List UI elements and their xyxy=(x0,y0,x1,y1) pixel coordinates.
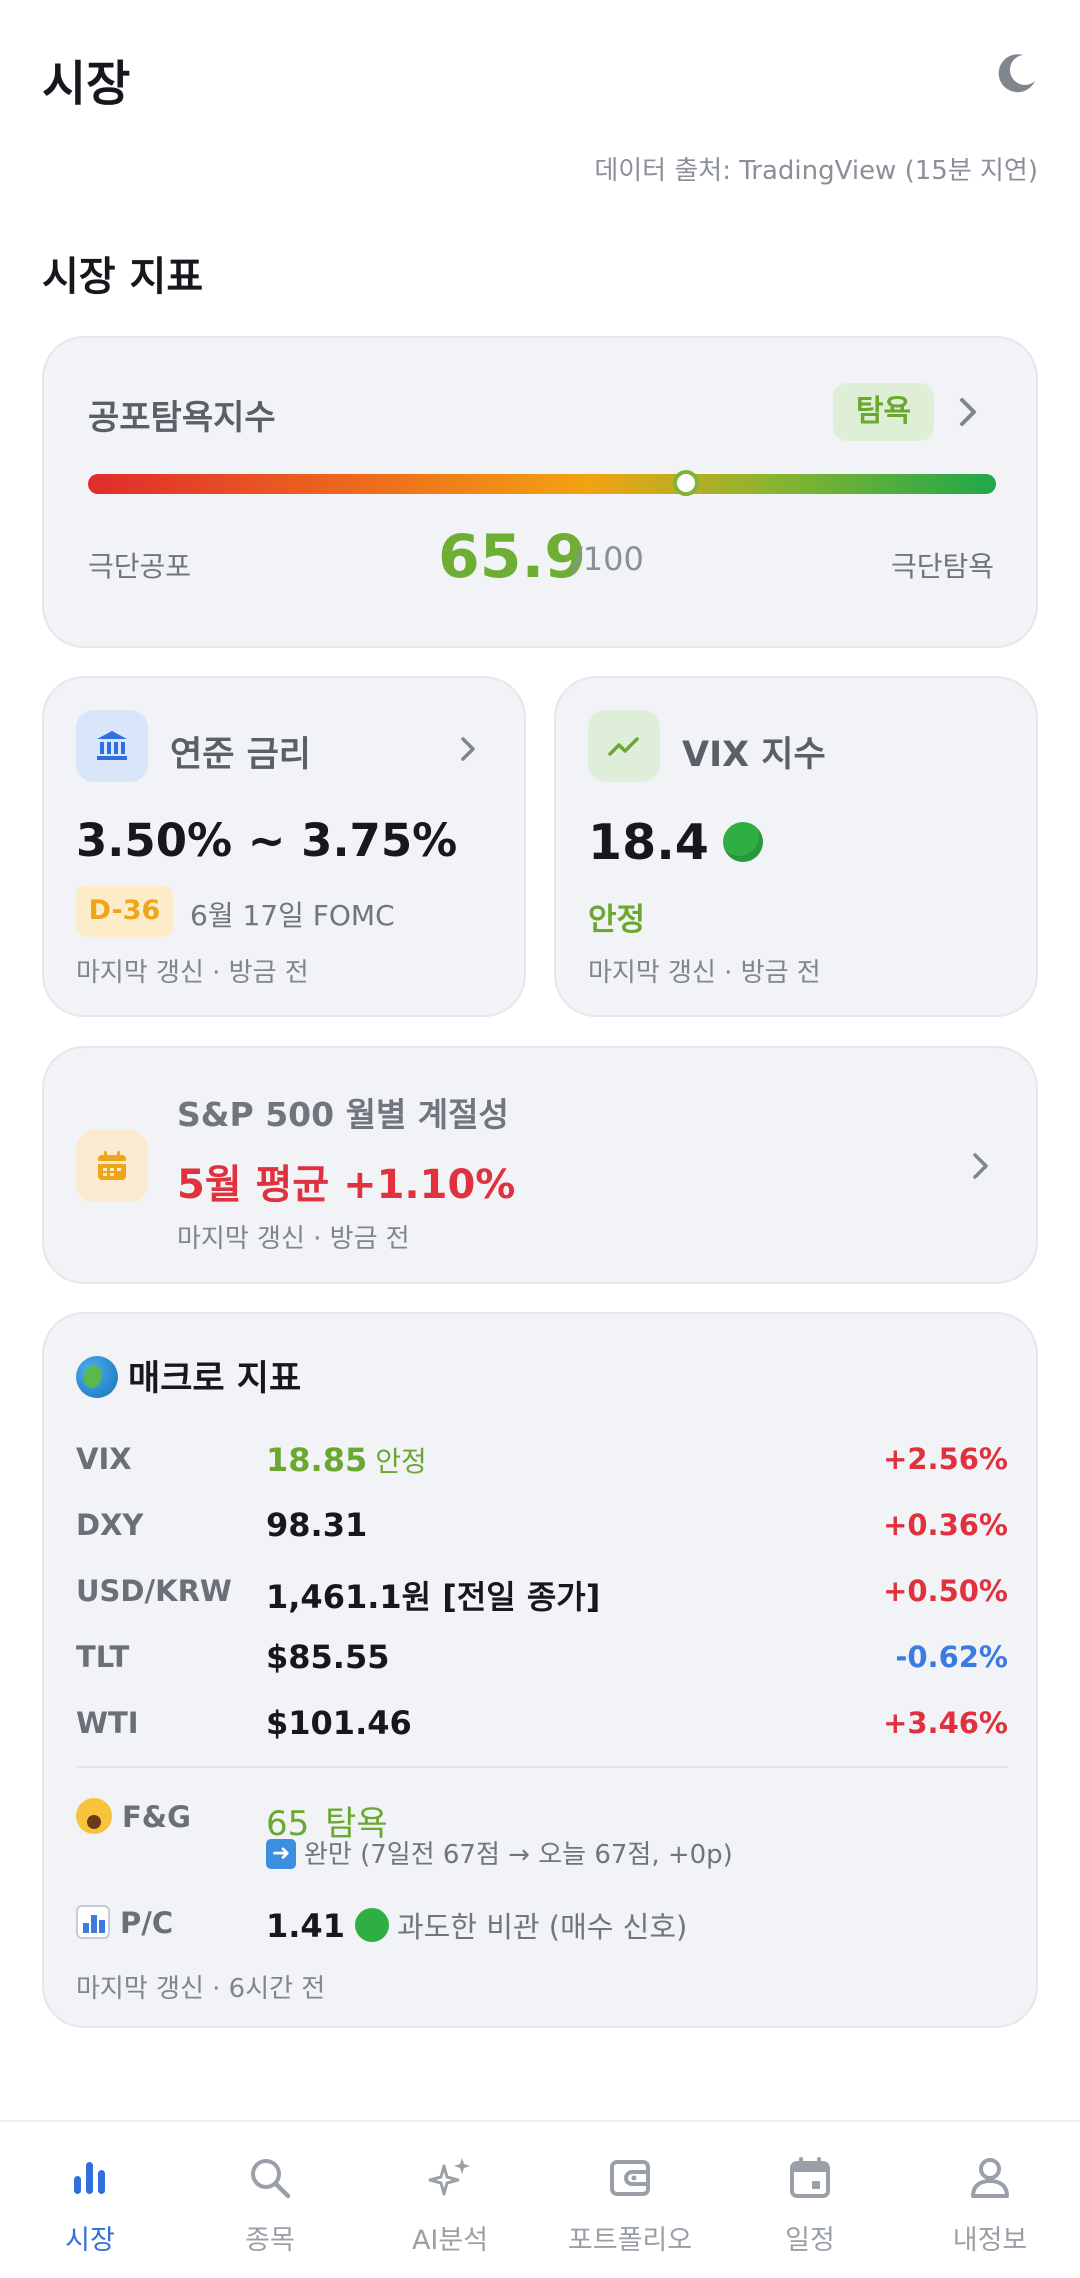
fear-greed-gauge-bar xyxy=(88,474,996,494)
fed-rate-card[interactable]: 연준 금리 3.50% ~ 3.75% D-36 6월 17일 FOMC 마지막… xyxy=(42,676,526,1017)
green-circle-icon xyxy=(354,1908,389,1942)
pc-label-text: P/C xyxy=(120,1906,174,1940)
macro-card: 매크로 지표 VIX 18.85 안정 +2.56% DXY 98.31 +0.3… xyxy=(42,1312,1038,2028)
wallet-icon xyxy=(610,2160,650,2196)
macro-label: USD/KRW xyxy=(76,1574,232,1608)
nav-item-stocks[interactable]: 종목 xyxy=(180,2122,360,2278)
nav-item-market[interactable]: 시장 xyxy=(0,2122,180,2278)
vix-status: 안정 xyxy=(588,902,646,938)
vix-value-text: 18.4 xyxy=(588,814,709,871)
fear-greed-title: 공포탐욕지수 xyxy=(88,398,276,438)
macro-row-fg: F&G 65 탐욕 xyxy=(76,1792,1008,1844)
nav-label: 시장 xyxy=(65,2225,115,2256)
calendar-icon xyxy=(790,2157,830,2198)
macro-value: 1,461.1원 [전일 종가] xyxy=(266,1578,601,1616)
macro-label: F&G xyxy=(76,1798,191,1837)
nav-item-profile[interactable]: 내정보 xyxy=(900,2122,1080,2278)
macro-change: -0.62% xyxy=(895,1640,1008,1674)
search-icon xyxy=(251,2159,291,2199)
macro-label: TLT xyxy=(76,1640,130,1674)
seasonality-title: S&P 500 월별 계절성 xyxy=(177,1095,509,1134)
macro-value: 18.85 안정 xyxy=(266,1440,427,1480)
macro-label: VIX xyxy=(76,1442,132,1476)
updated-timestamp: 마지막 갱신 · 6시간 전 xyxy=(76,1974,326,2004)
nav-label: 일정 xyxy=(785,2225,835,2256)
macro-note: 안정 xyxy=(375,1445,427,1478)
nav-item-schedule[interactable]: 일정 xyxy=(720,2122,900,2278)
globe-icon xyxy=(76,1356,118,1398)
macro-title: 매크로 지표 xyxy=(76,1350,301,1401)
nav-label: 포트폴리오 xyxy=(567,2225,693,2256)
fg-trend: ➜ 완만 (7일전 67점 → 오늘 67점, +0p) xyxy=(266,1834,733,1871)
green-circle-icon xyxy=(722,821,763,862)
macro-row-wti: WTI $101.46 +3.46% xyxy=(76,1698,1008,1746)
section-title: 시장 지표 xyxy=(42,254,204,300)
macro-change: +0.50% xyxy=(883,1574,1008,1608)
nav-item-ai[interactable]: AI분석 xyxy=(360,2122,540,2278)
fear-greed-card[interactable]: 공포탐욕지수 탐욕 극단공포 65.9 /100 극단탐욕 xyxy=(42,336,1038,648)
trending-up-icon xyxy=(588,710,660,782)
chevron-right-icon[interactable] xyxy=(956,392,980,432)
pc-value: 1.41 과도한 비관 (매수 신호) xyxy=(266,1904,687,1946)
pc-note: 과도한 비관 (매수 신호) xyxy=(396,1910,688,1944)
moon-icon[interactable] xyxy=(995,51,1039,95)
updated-timestamp: 마지막 갱신 · 방금 전 xyxy=(76,958,309,988)
calendar-icon xyxy=(76,1130,148,1202)
gauge-min-label: 극단공포 xyxy=(88,550,192,583)
macro-change: +0.36% xyxy=(883,1508,1008,1542)
bottom-nav: 시장 종목 AI분석 포트폴리오 일정 내정보 xyxy=(0,2120,1080,2278)
macro-label: P/C xyxy=(76,1905,174,1942)
sparkle-icon xyxy=(428,2158,470,2196)
fg-trend-text: 완만 (7일전 67점 → 오늘 67점, +0p) xyxy=(304,1840,733,1870)
macro-row-tlt: TLT $85.55 -0.62% xyxy=(76,1632,1008,1680)
fomc-date: 6월 17일 FOMC xyxy=(190,899,395,932)
macro-row-dxy: DXY 98.31 +0.36% xyxy=(76,1500,1008,1548)
nav-label: 종목 xyxy=(245,2225,295,2256)
chevron-right-icon[interactable] xyxy=(458,732,478,766)
divider xyxy=(76,1766,1008,1768)
macro-row-usdkrw: USD/KRW 1,461.1원 [전일 종가] +0.50% xyxy=(76,1566,1008,1616)
vix-value: 18.4 xyxy=(588,814,763,871)
vix-title: VIX 지수 xyxy=(682,735,826,775)
macro-label: DXY xyxy=(76,1508,144,1542)
macro-change: +2.56% xyxy=(883,1442,1008,1476)
nav-label: AI분석 xyxy=(411,2225,489,2256)
seasonality-value: 5월 평균 +1.10% xyxy=(177,1162,516,1208)
chevron-right-icon[interactable] xyxy=(970,1148,992,1184)
fed-rate-title: 연준 금리 xyxy=(170,735,311,775)
macro-title-text: 매크로 지표 xyxy=(128,1359,302,1399)
fear-greed-value: 65.9 xyxy=(438,522,587,592)
right-arrow-icon: ➜ xyxy=(266,1838,296,1869)
bank-icon xyxy=(76,710,148,782)
scared-face-icon xyxy=(76,1798,112,1834)
fed-rate-value: 3.50% ~ 3.75% xyxy=(76,814,458,867)
nav-label: 내정보 xyxy=(952,2225,1028,2256)
gauge-max-label: 극단탐욕 xyxy=(890,550,994,583)
header: 시장 xyxy=(0,0,1080,140)
bar-chart-emoji-icon xyxy=(76,1905,110,1939)
dday-badge: D-36 xyxy=(76,885,173,937)
fear-greed-badge: 탐욕 xyxy=(833,383,934,441)
seasonality-card[interactable]: S&P 500 월별 계절성 5월 평균 +1.10% 마지막 갱신 · 방금 … xyxy=(42,1046,1038,1284)
nav-item-portfolio[interactable]: 포트폴리오 xyxy=(540,2122,720,2278)
user-icon xyxy=(971,2158,1009,2198)
macro-label: WTI xyxy=(76,1706,139,1740)
macro-change: +3.46% xyxy=(883,1706,1008,1740)
data-source-note: 데이터 출처: TradingView (15분 지연) xyxy=(594,156,1038,186)
updated-timestamp: 마지막 갱신 · 방금 전 xyxy=(177,1224,410,1254)
bar-chart-icon xyxy=(74,2162,105,2194)
macro-row-vix: VIX 18.85 안정 +2.56% xyxy=(76,1434,1008,1482)
macro-row-pc: P/C 1.41 과도한 비관 (매수 신호) xyxy=(76,1898,1008,1946)
macro-value: $85.55 xyxy=(266,1638,390,1676)
fear-greed-denominator: /100 xyxy=(572,540,644,578)
macro-value: 98.31 xyxy=(266,1506,368,1544)
page-title: 시장 xyxy=(42,56,131,112)
vix-card[interactable]: VIX 지수 18.4 안정 마지막 갱신 · 방금 전 xyxy=(554,676,1038,1017)
fg-label-text: F&G xyxy=(122,1800,191,1834)
macro-value-text: 18.85 xyxy=(266,1441,368,1479)
pc-value-number: 1.41 xyxy=(266,1907,345,1945)
updated-timestamp: 마지막 갱신 · 방금 전 xyxy=(588,958,821,988)
macro-value: $101.46 xyxy=(266,1704,412,1742)
